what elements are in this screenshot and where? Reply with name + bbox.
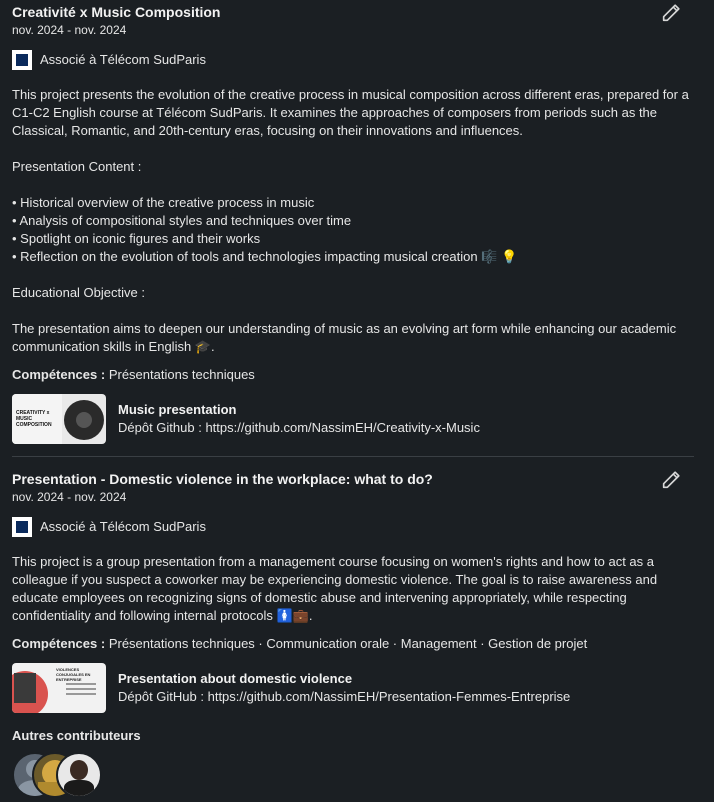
description-line: • Analysis of compositional styles and t… <box>12 213 352 228</box>
project-card: Presentation - Domestic violence in the … <box>12 469 692 713</box>
media-subtitle: Dépôt GitHub : https://github.com/Nassim… <box>118 689 571 704</box>
media-title: Presentation about domestic violence <box>118 671 353 686</box>
contributors-title: Autres contributeurs <box>12 728 141 743</box>
description-line: The presentation aims to deepen our unde… <box>12 321 677 354</box>
project-title: Presentation - Domestic violence in the … <box>12 471 433 487</box>
media-info: Music presentation Dépôt Github : https:… <box>118 401 480 437</box>
description-line: • Historical overview of the creative pr… <box>12 195 315 210</box>
skills-list: Présentations techniques <box>108 367 255 382</box>
project-dates: nov. 2024 - nov. 2024 <box>12 490 127 504</box>
description-line: Educational Objective : <box>12 285 145 300</box>
skills: Compétences : Présentations techniques <box>12 366 692 384</box>
edit-button[interactable] <box>660 469 684 493</box>
description-line: This project presents the evolution of t… <box>12 87 689 138</box>
thumb-text: VIOLENCES CONJUGALES EN ENTREPRISE <box>56 667 91 682</box>
association-text: Associé à Télécom SudParis <box>40 52 206 67</box>
skills-list: Présentations techniques · Communication… <box>108 636 588 651</box>
project-dates: nov. 2024 - nov. 2024 <box>12 23 127 37</box>
media-thumbnail[interactable]: CREATIVITY x MUSIC COMPOSITION <box>12 394 106 444</box>
edit-button[interactable] <box>660 2 684 26</box>
media-title: Music presentation <box>118 402 237 417</box>
project-description: This project is a group presentation fro… <box>12 553 692 625</box>
association: Associé à Télécom SudParis <box>12 50 692 70</box>
project-card: Creativité x Music Composition nov. 2024… <box>12 2 692 444</box>
media-attachment[interactable]: CREATIVITY x MUSIC COMPOSITION Music pre… <box>12 394 692 444</box>
media-attachment[interactable]: VIOLENCES CONJUGALES EN ENTREPRISE Prese… <box>12 663 692 713</box>
project-title: Creativité x Music Composition <box>12 4 221 20</box>
pencil-icon <box>662 4 680 22</box>
skills-label: Compétences : <box>12 636 106 651</box>
association: Associé à Télécom SudParis <box>12 517 692 537</box>
avatar[interactable] <box>56 752 102 798</box>
skills: Compétences : Présentations techniques ·… <box>12 635 692 653</box>
telecom-sudparis-logo <box>12 50 32 70</box>
pencil-icon <box>662 471 680 489</box>
divider <box>12 456 694 457</box>
media-thumbnail[interactable]: VIOLENCES CONJUGALES EN ENTREPRISE <box>12 663 106 713</box>
description-line: • Spotlight on iconic figures and their … <box>12 231 261 246</box>
description-line: • Reflection on the evolution of tools a… <box>12 249 518 264</box>
thumb-text: CREATIVITY x MUSIC COMPOSITION <box>16 410 52 428</box>
description-line: This project is a group presentation fro… <box>12 554 658 623</box>
contributors-avatars <box>12 752 112 798</box>
association-text: Associé à Télécom SudParis <box>40 519 206 534</box>
skills-label: Compétences : <box>12 367 106 382</box>
project-description: This project presents the evolution of t… <box>12 86 692 356</box>
telecom-sudparis-logo <box>12 517 32 537</box>
description-line: Presentation Content : <box>12 159 142 174</box>
media-subtitle: Dépôt Github : https://github.com/Nassim… <box>118 420 480 435</box>
media-info: Presentation about domestic violence Dép… <box>118 670 570 706</box>
